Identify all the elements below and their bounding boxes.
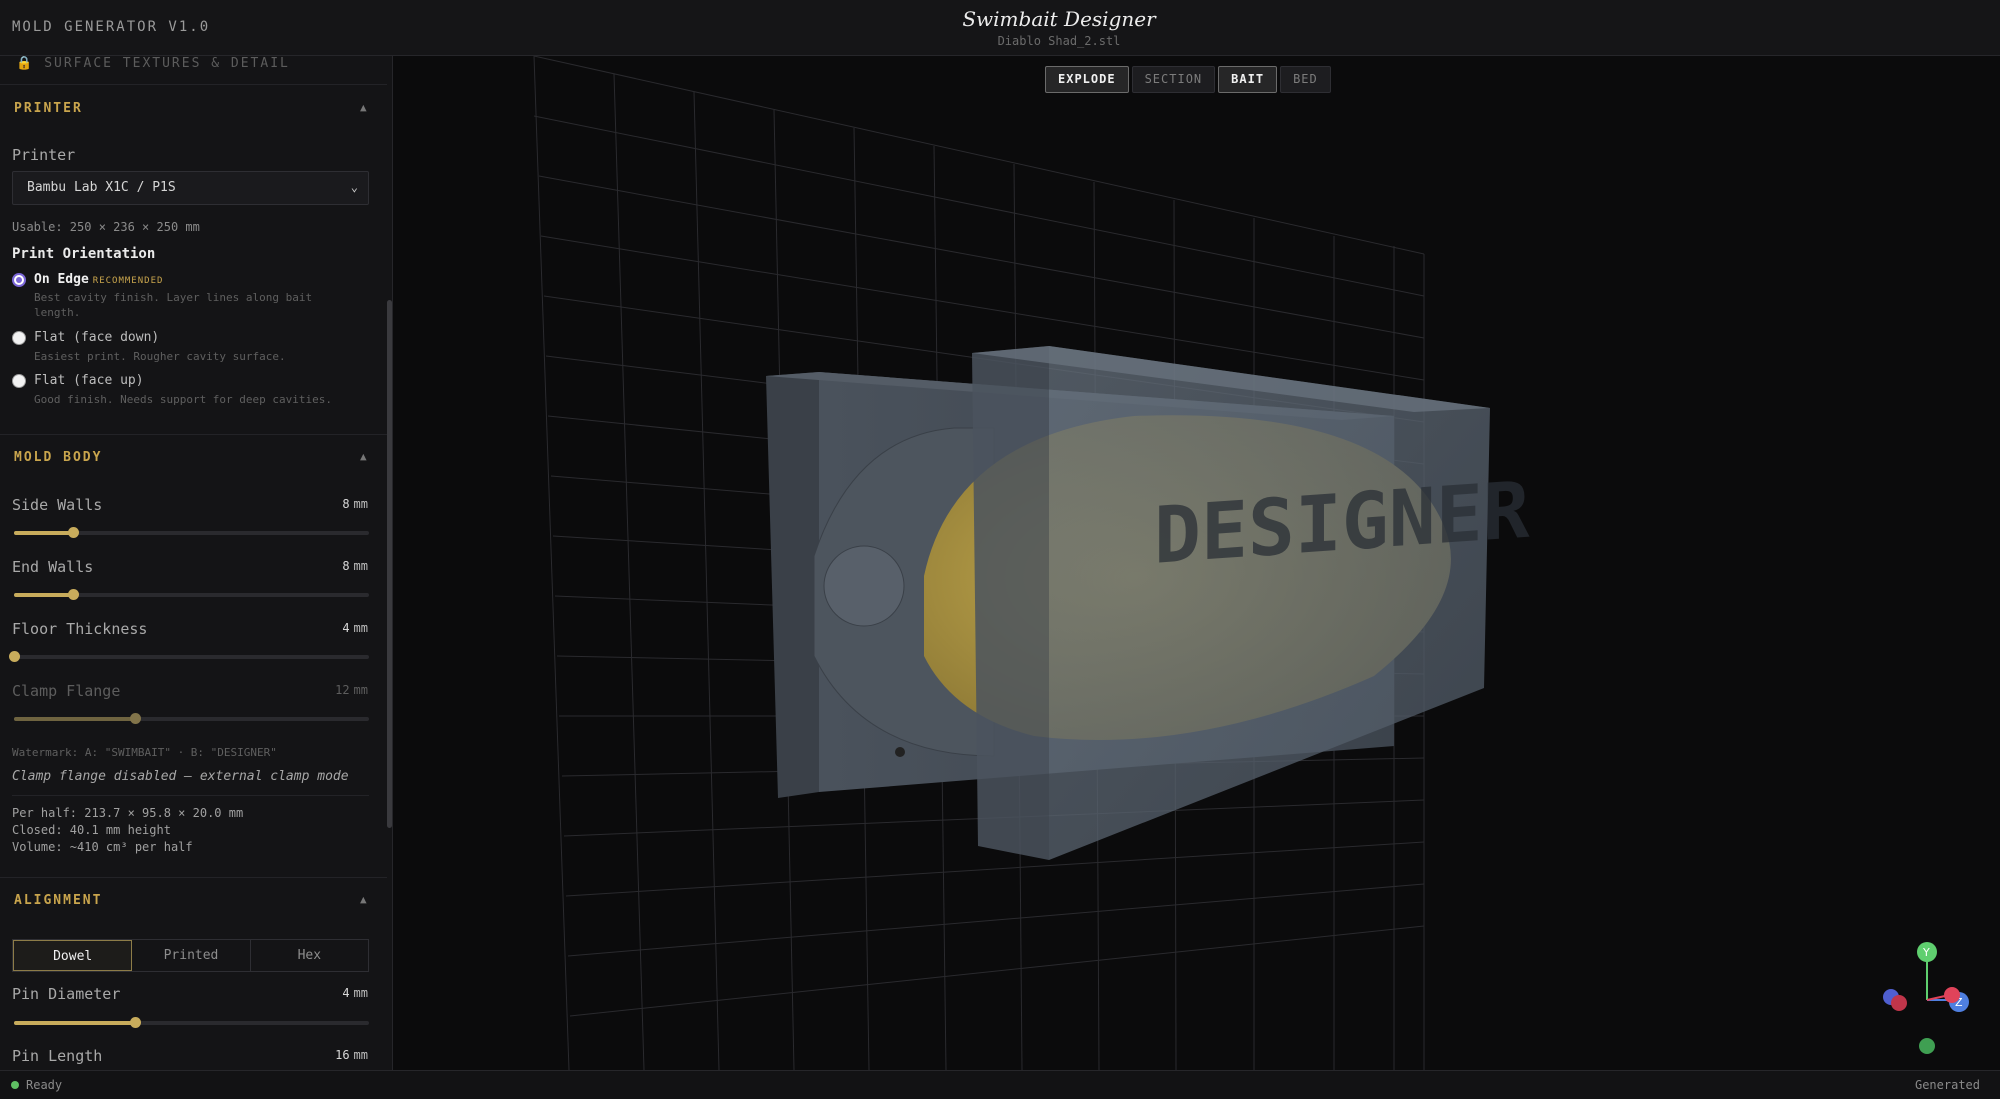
slider-value-floor-thickness: 4 mm	[342, 621, 368, 635]
alignment-mode-hex[interactable]: Hex	[251, 940, 368, 971]
radio-on-edge[interactable]	[12, 273, 26, 287]
file-name: Diablo Shad_2.stl	[997, 34, 1121, 48]
slider-thumb[interactable]	[9, 651, 20, 662]
slider-thumb[interactable]	[129, 1017, 141, 1028]
divider	[0, 434, 387, 435]
radio-flat-face-up[interactable]	[12, 374, 26, 388]
slider-value-side-walls: 8 mm	[342, 497, 368, 511]
axis-gizmo[interactable]: Y Z	[1883, 942, 1969, 1054]
radio-label-flat-face-down[interactable]: Flat (face down)	[34, 330, 159, 345]
divider	[0, 84, 387, 85]
clamp-note: Clamp flange disabled — external clamp m…	[12, 769, 349, 784]
slider-value-pin-diameter: 4 mm	[342, 986, 368, 1000]
slider-label-pin-diameter: Pin Diameter	[12, 985, 121, 1003]
slider-label-end-walls: End Walls	[12, 558, 94, 576]
slider-fill	[14, 531, 73, 535]
radio-desc-on-edge: Best cavity finish. Layer lines along ba…	[34, 291, 313, 319]
status-text: Ready	[26, 1078, 63, 1092]
section-header-alignment[interactable]: ALIGNMENT	[14, 893, 102, 908]
divider	[0, 877, 387, 878]
lock-icon: 🔒	[16, 56, 35, 71]
status-dot-icon	[11, 1081, 19, 1089]
sidebar: 🔒 SURFACE TEXTURES & DETAIL PRINTER ▲ Pri…	[0, 56, 393, 1070]
section-header-printer[interactable]: PRINTER	[14, 101, 83, 116]
top-bar: MOLD GENERATOR V1.0 Swimbait Designer Di…	[0, 0, 2000, 56]
mold-dimensions: Per half: 213.7 × 95.8 × 20.0 mm Closed:…	[12, 805, 243, 856]
slider-label-pin-length: Pin Length	[12, 1047, 103, 1065]
divider	[12, 795, 369, 796]
slider-label-floor-thickness: Floor Thickness	[12, 620, 148, 638]
mold-half-b[interactable]: DESIGNER	[972, 346, 1530, 860]
locked-section-surface-textures[interactable]: 🔒 SURFACE TEXTURES & DETAIL	[16, 56, 290, 71]
axis-y-label: Y	[1922, 946, 1930, 959]
slider-fill	[14, 593, 73, 597]
slider-label-side-walls: Side Walls	[12, 496, 103, 514]
usable-volume: Usable: 250 × 236 × 250 mm	[12, 220, 200, 234]
slider-end-walls[interactable]	[14, 589, 369, 600]
section-button[interactable]: SECTION	[1131, 66, 1216, 93]
radio-desc-flat-face-down: Easiest print. Rougher cavity surface.	[34, 350, 286, 363]
slider-value-clamp-flange: 12 mm	[335, 683, 368, 697]
watermark-note: Watermark: A: "SWIMBAIT" · B: "DESIGNER"	[12, 746, 277, 759]
axis-neg-y-handle[interactable]	[1919, 1038, 1935, 1054]
closed-height: Closed: 40.1 mm height	[12, 823, 171, 837]
slider-thumb[interactable]	[67, 589, 79, 600]
radio-label-flat-face-up[interactable]: Flat (face up)	[34, 373, 144, 388]
scene: DESIGNER Y Z	[533, 56, 1969, 1070]
slider-floor-thickness[interactable]	[9, 651, 369, 662]
slider-thumb	[129, 713, 141, 724]
slider-fill	[14, 1021, 135, 1025]
printer-select[interactable]: Bambu Lab X1C / P1S ⌄	[12, 171, 369, 205]
slider-side-walls[interactable]	[14, 527, 369, 538]
slider-value-pin-length: 16 mm	[335, 1048, 368, 1062]
volume-per-half: Volume: ~410 cm³ per half	[12, 840, 193, 854]
alignment-mode-printed[interactable]: Printed	[132, 940, 251, 971]
status-generated: Generated	[1914, 1078, 1980, 1092]
bait-button[interactable]: BAIT	[1218, 66, 1278, 93]
slider-clamp-flange	[14, 713, 369, 724]
radio-label-on-edge[interactable]: On Edge RECOMMENDED	[34, 272, 163, 287]
collapse-up-icon[interactable]: ▲	[360, 101, 367, 114]
radio-flat-face-down[interactable]	[12, 331, 26, 345]
radio-desc-flat-face-up: Good finish. Needs support for deep cavi…	[34, 393, 333, 406]
printer-label: Printer	[12, 146, 76, 164]
slider-thumb[interactable]	[67, 527, 79, 538]
explode-button[interactable]: EXPLODE	[1045, 66, 1129, 93]
alignment-mode-selector: Dowel Printed Hex	[12, 939, 369, 972]
slider-pin-diameter[interactable]	[14, 1017, 369, 1028]
chevron-down-icon: ⌄	[350, 180, 358, 194]
recommended-badge: RECOMMENDED	[92, 276, 164, 286]
slider-label-clamp-flange: Clamp Flange	[12, 682, 121, 700]
collapse-up-icon[interactable]: ▲	[360, 893, 367, 906]
bed-button[interactable]: BED	[1280, 66, 1331, 93]
per-half-dimensions: Per half: 213.7 × 95.8 × 20.0 mm	[12, 806, 244, 820]
collapse-up-icon[interactable]: ▲	[360, 450, 367, 463]
print-orientation-heading: Print Orientation	[12, 246, 156, 262]
section-header-mold-body[interactable]: MOLD BODY	[14, 450, 102, 465]
alignment-mode-dowel[interactable]: Dowel	[13, 940, 133, 971]
slider-value-end-walls: 8 mm	[342, 559, 368, 573]
sidebar-scrollbar[interactable]	[387, 300, 392, 828]
view-toolbar: EXPLODE SECTION BAIT BED	[1045, 66, 1331, 93]
axis-neg-x-handle[interactable]	[1891, 995, 1907, 1011]
page-title: Swimbait Designer	[962, 7, 1156, 31]
status-bar: Ready Generated	[0, 1070, 2000, 1099]
axis-x-handle[interactable]	[1944, 987, 1960, 1003]
3d-viewport[interactable]: DESIGNER Y Z	[394, 56, 2000, 1070]
slider-fill	[14, 717, 135, 721]
